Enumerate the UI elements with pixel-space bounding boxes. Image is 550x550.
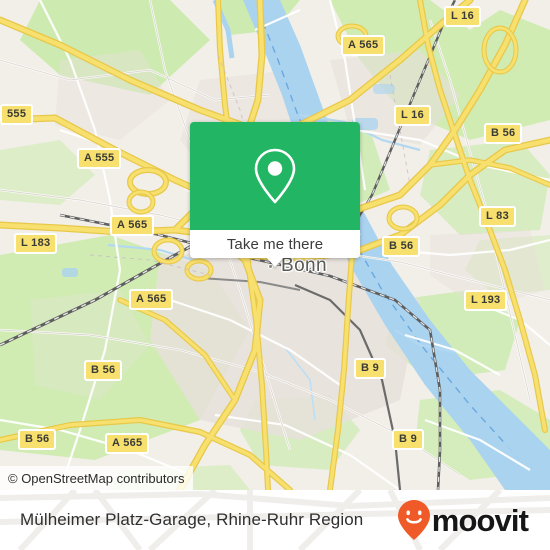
map-canvas[interactable]: Bonn 555 A 555 A 565 L 16 L 16 B 56 A 565 L 183…	[0, 0, 550, 490]
road-shield: L 16	[444, 6, 482, 27]
moovit-map-share-card: Bonn 555 A 555 A 565 L 16 L 16 B 56 A 565 L 183…	[0, 0, 550, 550]
take-me-there-label: Take me there	[226, 235, 324, 253]
road-shield: A 565	[105, 433, 150, 454]
take-me-there-callout[interactable]: Take me there	[190, 122, 360, 267]
road-shield: A 565	[341, 35, 386, 56]
road-shield: B 56	[84, 360, 123, 381]
road-shield: B 9	[392, 429, 425, 450]
road-shield: B 56	[484, 123, 523, 144]
road-shield: 555	[0, 104, 34, 125]
footer-bar: Mülheimer Platz-Garage, Rhine-Ruhr Regio…	[0, 490, 550, 550]
road-shield: L 83	[479, 206, 517, 227]
osm-attribution[interactable]: © OpenStreetMap contributors	[0, 466, 193, 490]
road-shield: L 193	[464, 290, 508, 311]
callout-pointer	[266, 257, 284, 267]
location-pin-icon	[254, 148, 296, 204]
moovit-logo[interactable]: moovit	[397, 499, 529, 541]
road-shield: B 56	[18, 429, 57, 450]
road-shield: A 555	[77, 148, 122, 169]
moovit-wordmark: moovit	[431, 502, 529, 538]
road-shield: B 56	[382, 236, 421, 257]
road-shield: B 9	[354, 358, 387, 379]
road-shield: A 565	[129, 289, 174, 310]
callout-action-bar[interactable]: Take me there	[190, 230, 360, 267]
road-shield: A 565	[110, 215, 155, 236]
callout-pin-area	[190, 122, 360, 230]
road-shield: L 183	[14, 233, 58, 254]
road-shield: L 16	[394, 105, 432, 126]
location-title: Mülheimer Platz-Garage, Rhine-Ruhr Regio…	[20, 510, 364, 529]
place-label-bonn: Bonn	[281, 255, 327, 276]
moovit-smiling-pin-icon	[397, 500, 430, 540]
